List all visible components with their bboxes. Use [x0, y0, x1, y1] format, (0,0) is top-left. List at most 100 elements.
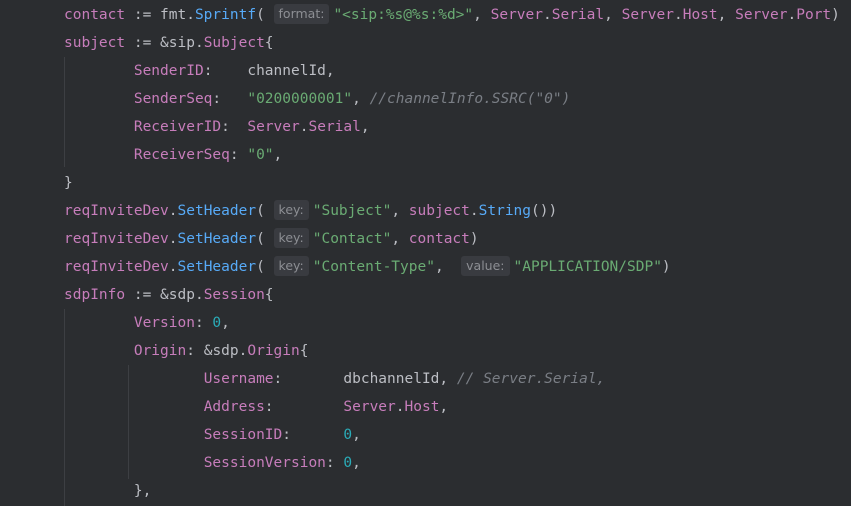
code-token: Subject: [203, 35, 265, 51]
code-token: ,: [273, 147, 283, 163]
code-line[interactable]: reqInviteDev.SetHeader( key: "Content-Typ…: [64, 253, 671, 281]
code-line[interactable]: SessionID: 0,: [64, 421, 361, 449]
code-token: ,: [391, 203, 409, 219]
code-token: Origin: [247, 343, 300, 359]
code-token: :: [203, 63, 248, 79]
code-token: .: [395, 399, 405, 415]
code-token: ,: [325, 63, 335, 79]
code-token: "Content-Type": [312, 259, 435, 275]
code-token: ,: [439, 371, 457, 387]
code-token: Host: [404, 399, 440, 415]
code-token: sip.: [168, 35, 204, 51]
code-token: (: [256, 7, 274, 23]
code-line[interactable]: subject := &sip.Subject{: [64, 29, 274, 57]
code-token: :: [194, 315, 213, 331]
code-token: :: [264, 399, 344, 415]
parameter-hint: format:: [273, 4, 330, 24]
code-line[interactable]: },: [64, 477, 151, 505]
code-token: ,: [604, 7, 622, 23]
code-token: Version: [133, 315, 195, 331]
code-line[interactable]: }: [64, 169, 73, 197]
code-token: String: [478, 203, 532, 219]
code-line[interactable]: ReceiverID: Server.Serial,: [64, 113, 370, 141]
code-token: .: [168, 259, 178, 275]
code-line[interactable]: Username: dbchannelId, // Server.Serial,: [64, 365, 606, 393]
code-token: :=: [125, 287, 161, 303]
code-line[interactable]: SenderID: channelId,: [64, 57, 335, 85]
code-line[interactable]: reqInviteDev.SetHeader( key: "Subject", s…: [64, 197, 557, 225]
code-token: (: [256, 203, 274, 219]
code-token: reqInviteDev: [64, 203, 169, 219]
code-token: "<sip:%s@%s:%d>": [333, 7, 474, 23]
parameter-hint: key:: [273, 200, 309, 220]
code-token: SessionID: [203, 427, 283, 443]
code-line[interactable]: SessionVersion: 0,: [64, 449, 361, 477]
code-token: "0200000001": [247, 91, 353, 107]
parameter-hint: key:: [273, 256, 309, 276]
code-token: "Contact": [312, 231, 392, 247]
code-token: Origin: [133, 343, 187, 359]
code-token: Server: [247, 119, 300, 135]
code-token: ,: [352, 427, 361, 443]
code-token: ,: [439, 399, 449, 415]
code-token: 0: [212, 315, 222, 331]
code-token: sdp.: [212, 343, 248, 359]
code-token: "Subject": [312, 203, 392, 219]
code-line[interactable]: ReceiverSeq: "0",: [64, 141, 282, 169]
code-token: :: [282, 427, 344, 443]
code-token: Username: [203, 371, 274, 387]
code-token: .: [673, 7, 683, 23]
code-token: {: [264, 35, 274, 51]
code-token: :: [229, 147, 248, 163]
code-token: contact: [408, 231, 470, 247]
code-token: ()): [531, 203, 558, 219]
code-editor[interactable]: contact := fmt.Sprintf( format: "<sip:%s@…: [0, 0, 851, 506]
code-token: Server: [735, 7, 788, 23]
code-token: Serial: [308, 119, 361, 135]
code-line[interactable]: Version: 0,: [64, 309, 230, 337]
code-token: .: [168, 231, 178, 247]
code-token: :=: [125, 7, 161, 23]
code-line[interactable]: sdpInfo := &sdp.Session{: [64, 281, 274, 309]
code-line[interactable]: SenderSeq: "0200000001", //channelInfo.S…: [64, 85, 571, 113]
code-token: ,: [352, 455, 361, 471]
code-token: &: [160, 287, 169, 303]
code-token: ,: [352, 91, 370, 107]
code-token: Session: [203, 287, 265, 303]
code-line[interactable]: contact := fmt.Sprintf( format: "<sip:%s@…: [64, 1, 840, 29]
code-token: reqInviteDev: [64, 231, 169, 247]
code-token: "0": [247, 147, 274, 163]
code-token: ): [469, 231, 479, 247]
code-token: contact: [64, 7, 126, 23]
code-token: .: [168, 203, 178, 219]
code-token: dbchannelId: [343, 371, 440, 387]
code-token: SetHeader: [177, 259, 257, 275]
code-token: Server: [621, 7, 674, 23]
code-token: ,: [221, 315, 230, 331]
code-token: Serial: [551, 7, 605, 23]
code-token: :=: [125, 35, 161, 51]
code-token: .: [469, 203, 479, 219]
code-token: }: [64, 175, 73, 191]
code-token: ,: [391, 231, 409, 247]
parameter-hint: key:: [273, 228, 309, 248]
code-token: (: [256, 231, 274, 247]
code-token: :: [325, 455, 344, 471]
code-token: "APPLICATION/SDP": [513, 259, 662, 275]
code-token: :: [221, 119, 248, 135]
code-line[interactable]: Origin: &sdp.Origin{: [64, 337, 309, 365]
code-token: (: [256, 259, 274, 275]
code-token: &: [160, 35, 169, 51]
code-token: subject: [408, 203, 470, 219]
code-line[interactable]: reqInviteDev.SetHeader( key: "Contact", c…: [64, 225, 479, 253]
code-line[interactable]: Address: Server.Host,: [64, 393, 448, 421]
code-token: sdp.: [168, 287, 204, 303]
code-token: SenderSeq: [133, 91, 213, 107]
